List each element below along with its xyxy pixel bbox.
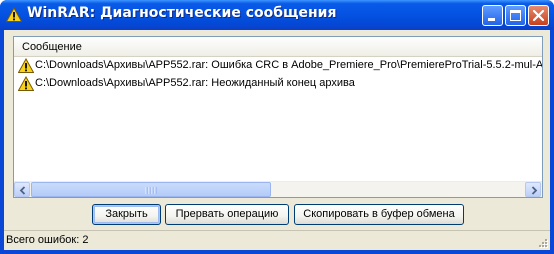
horizontal-scrollbar[interactable] <box>14 181 542 197</box>
abort-operation-button[interactable]: Прервать операцию <box>165 204 289 225</box>
list-item-text: C:\Downloads\Архивы\APP552.rar: Ошибка C… <box>35 59 542 71</box>
close-window-button[interactable] <box>528 5 549 26</box>
chevron-left-icon <box>19 186 26 195</box>
close-icon <box>532 9 545 22</box>
list-rows: C:\Downloads\Архивы\APP552.rar: Ошибка C… <box>14 57 542 181</box>
dialog-window: WinRAR: Диагностические сообщения Сообще… <box>0 0 554 254</box>
list-header[interactable]: Сообщение <box>14 37 542 57</box>
window-title: WinRAR: Диагностические сообщения <box>27 5 337 21</box>
grip-icon <box>145 187 157 194</box>
title-bar[interactable]: WinRAR: Диагностические сообщения <box>0 0 554 30</box>
error-count-status: Всего ошибок: 2 <box>6 234 89 246</box>
scroll-thumb[interactable] <box>31 182 271 197</box>
warning-icon <box>6 7 22 22</box>
copy-to-clipboard-button[interactable]: Скопировать в буфер обмена <box>294 204 464 225</box>
scroll-right-button[interactable] <box>525 182 541 197</box>
warning-icon <box>18 58 34 73</box>
list-item[interactable]: C:\Downloads\Архивы\APP552.rar: Неожидан… <box>16 75 542 93</box>
warning-icon <box>18 76 34 91</box>
resize-grip-icon[interactable] <box>537 237 549 249</box>
scroll-left-button[interactable] <box>14 182 30 197</box>
list-item[interactable]: C:\Downloads\Архивы\APP552.rar: Ошибка C… <box>16 57 542 75</box>
minimize-button[interactable] <box>482 5 503 26</box>
column-header-message[interactable]: Сообщение <box>22 41 82 53</box>
dialog-client-area: Сообщение C:\Downloads\Архивы\APP552.rar… <box>4 30 550 250</box>
maximize-button[interactable] <box>505 5 526 26</box>
status-bar: Всего ошибок: 2 <box>4 230 550 250</box>
chevron-right-icon <box>531 186 538 195</box>
close-button[interactable]: Закрыть <box>92 204 161 225</box>
minimize-icon <box>488 18 495 21</box>
list-item-text: C:\Downloads\Архивы\APP552.rar: Неожидан… <box>35 77 355 89</box>
message-list[interactable]: Сообщение C:\Downloads\Архивы\APP552.rar… <box>13 36 543 198</box>
maximize-icon <box>510 10 521 21</box>
